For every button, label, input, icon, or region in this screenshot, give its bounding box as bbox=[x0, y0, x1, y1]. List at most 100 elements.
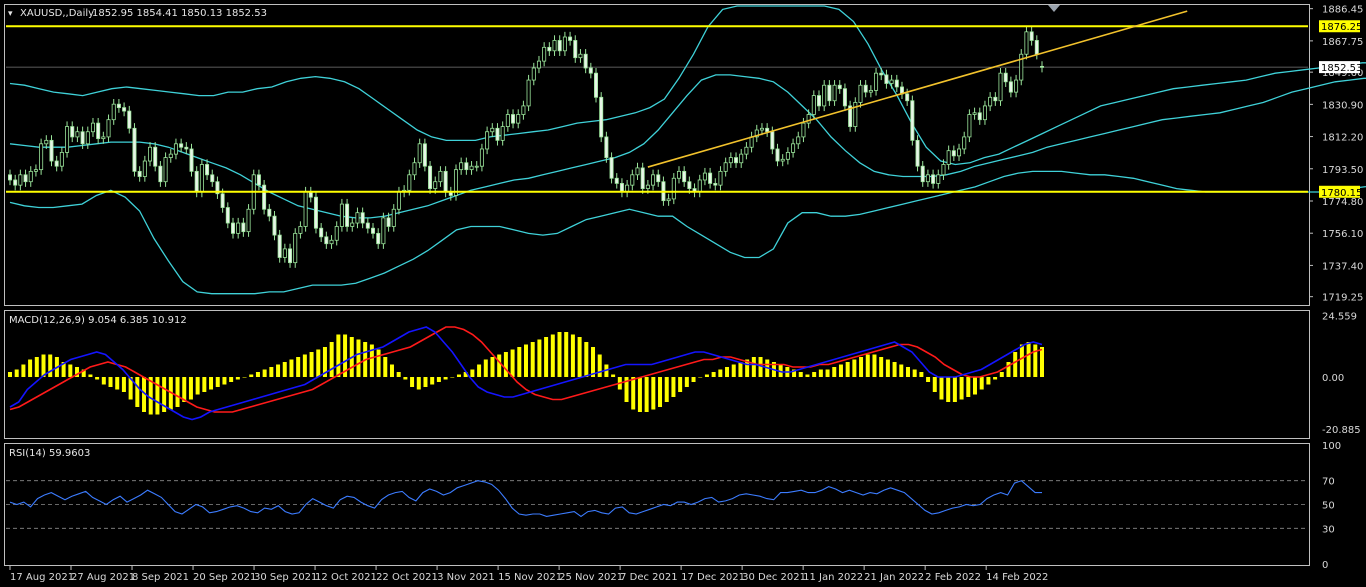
candle-body bbox=[179, 143, 184, 148]
macd-bar bbox=[591, 347, 596, 377]
candle-body bbox=[350, 222, 355, 227]
candle-body bbox=[806, 114, 811, 124]
macd-bar bbox=[329, 342, 334, 377]
macd-bar bbox=[95, 377, 100, 380]
candle-body bbox=[28, 170, 33, 183]
macd-bar bbox=[8, 372, 12, 377]
macd-bar bbox=[986, 377, 991, 385]
candle-body bbox=[588, 67, 593, 74]
candle-body bbox=[1014, 79, 1019, 93]
macd-bar bbox=[215, 377, 220, 387]
candle-body bbox=[80, 131, 85, 145]
macd-bar bbox=[537, 339, 542, 377]
price-y-tick-label: 1886.45 bbox=[1322, 5, 1363, 16]
candle-body bbox=[443, 170, 448, 193]
macd-bar bbox=[939, 377, 944, 400]
x-tick-label: 30 Dec 2021 bbox=[742, 572, 806, 583]
candle-body bbox=[386, 217, 391, 227]
x-tick-label: 22 Oct 2021 bbox=[376, 572, 438, 583]
candle-body bbox=[500, 126, 505, 141]
candle-body bbox=[308, 191, 313, 198]
candle-body bbox=[542, 46, 547, 62]
macd-bar bbox=[637, 377, 642, 412]
candle-body bbox=[428, 165, 433, 189]
candle-body bbox=[910, 100, 915, 141]
rsi-y-tick-label: 50 bbox=[1322, 501, 1335, 512]
candle-body bbox=[708, 172, 713, 184]
candle-body bbox=[85, 131, 90, 145]
macd-bar bbox=[477, 364, 482, 377]
candle-body bbox=[225, 207, 230, 224]
candle-body bbox=[531, 67, 536, 81]
candle-body bbox=[868, 90, 873, 93]
price-y-tick-label: 1719.25 bbox=[1322, 293, 1363, 304]
candle-body bbox=[547, 46, 552, 52]
candle-body bbox=[236, 222, 241, 234]
candle-body bbox=[552, 40, 557, 52]
macd-bar bbox=[356, 339, 361, 377]
candle-body bbox=[376, 232, 381, 245]
candle-body bbox=[75, 131, 80, 138]
candle-body bbox=[594, 72, 599, 98]
candle-body bbox=[267, 208, 272, 217]
candle-body bbox=[324, 236, 329, 245]
macd-pane[interactable] bbox=[4, 310, 1310, 439]
x-tick-label: 15 Nov 2021 bbox=[498, 572, 562, 583]
candle-body bbox=[682, 170, 687, 183]
macd-bar bbox=[517, 347, 522, 377]
candle-body bbox=[13, 179, 18, 186]
candle-body bbox=[106, 119, 111, 138]
macd-title: MACD(12,26,9) 9.054 6.385 10.912 bbox=[9, 315, 187, 326]
candle-body bbox=[158, 165, 163, 183]
ohlc-readout: 1852.95 1854.41 1850.13 1852.53 bbox=[92, 8, 267, 19]
price-pane[interactable] bbox=[4, 4, 1310, 306]
macd-bar bbox=[865, 354, 870, 377]
candle-body bbox=[313, 196, 318, 229]
candle-body bbox=[111, 103, 116, 121]
candle-body bbox=[697, 179, 702, 193]
candle-body bbox=[33, 169, 38, 172]
macd-bar bbox=[510, 349, 515, 377]
trading-chart[interactable]: 1886.451867.751849.601830.901812.201793.… bbox=[0, 0, 1366, 587]
candle-body bbox=[599, 96, 604, 138]
macd-bar bbox=[396, 372, 401, 377]
macd-bar bbox=[919, 372, 924, 377]
candle-body bbox=[184, 146, 189, 150]
candle-body bbox=[609, 157, 614, 179]
macd-bar bbox=[530, 342, 535, 377]
candle-body bbox=[920, 165, 925, 183]
macd-bar bbox=[651, 377, 656, 410]
x-tick-label: 17 Dec 2021 bbox=[681, 572, 745, 583]
x-tick-label: 7 Dec 2021 bbox=[620, 572, 678, 583]
candle-body bbox=[505, 114, 510, 127]
candle-body bbox=[1040, 65, 1045, 68]
candle-body bbox=[630, 174, 635, 186]
chevron-down-icon[interactable]: ▾ bbox=[8, 9, 13, 19]
macd-bar bbox=[852, 359, 857, 377]
candle-body bbox=[122, 107, 127, 112]
macd-bar bbox=[577, 337, 582, 377]
candle-body bbox=[651, 174, 656, 186]
candle-body bbox=[511, 114, 516, 124]
macd-bar bbox=[658, 377, 663, 407]
macd-bar bbox=[1026, 342, 1031, 377]
candle-body bbox=[101, 136, 106, 140]
macd-bar bbox=[1019, 344, 1024, 377]
candle-body bbox=[173, 143, 178, 155]
candle-body bbox=[977, 112, 982, 121]
candle-body bbox=[293, 232, 298, 264]
macd-bar bbox=[698, 377, 703, 378]
macd-bar bbox=[818, 369, 823, 377]
macd-bar bbox=[725, 367, 730, 377]
candle-body bbox=[495, 127, 500, 141]
candle-body bbox=[59, 152, 64, 167]
macd-bar bbox=[631, 377, 636, 410]
macd-bar bbox=[544, 337, 549, 377]
candle-body bbox=[842, 88, 847, 107]
candle-body bbox=[562, 36, 567, 52]
candle-body bbox=[241, 222, 246, 233]
candle-body bbox=[894, 79, 899, 88]
candle-body bbox=[127, 110, 132, 129]
candle-body bbox=[1003, 72, 1008, 83]
macd-bar bbox=[564, 332, 569, 377]
